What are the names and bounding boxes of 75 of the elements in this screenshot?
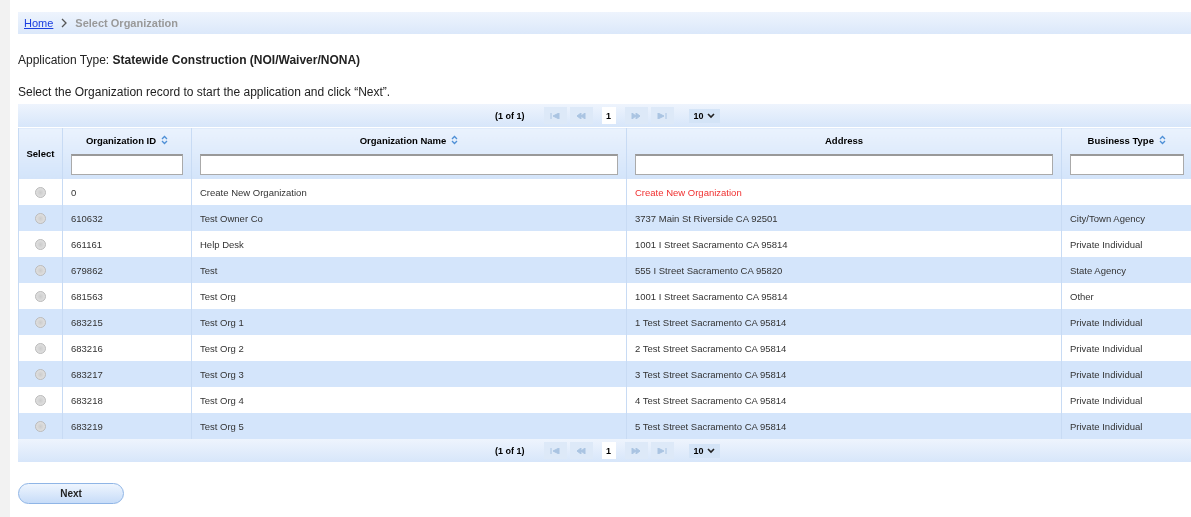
page-number[interactable]: 1 — [601, 442, 616, 459]
page-summary: (1 of 1) — [495, 445, 525, 456]
table-cell: Test Org 2 — [200, 342, 244, 354]
instruction-text: Select the Organization record to start the application and click “Next”. — [18, 85, 392, 99]
radio-button[interactable] — [35, 317, 46, 328]
table-cell: Test Owner Co — [200, 212, 263, 224]
table-cell: Private Individual — [1070, 238, 1143, 250]
table-cell: 683219 — [71, 420, 103, 432]
table-cell: 681563 — [71, 290, 103, 302]
table-cell: 1001 I Street Sacramento CA 95814 — [635, 290, 788, 302]
page-size-dropdown[interactable]: 10 — [688, 108, 720, 123]
table-cell: 0 — [71, 186, 77, 198]
filter-field[interactable] — [71, 154, 183, 175]
table-cell: 683218 — [71, 394, 103, 406]
column-header: Address — [626, 127, 1062, 179]
table-cell: 555 I Street Sacramento CA 95820 — [635, 264, 783, 276]
filter-field[interactable] — [1070, 154, 1184, 175]
radio-button[interactable] — [35, 421, 46, 432]
sort-icon[interactable] — [451, 135, 459, 145]
table-cell: Help Desk — [200, 238, 244, 250]
page-size-dropdown[interactable]: 10 — [688, 443, 720, 458]
table-cell: 679862 — [71, 264, 103, 276]
table-cell: Private Individual — [1070, 342, 1143, 354]
table-cell: Test Org 3 — [200, 368, 244, 380]
radio-button[interactable] — [35, 213, 46, 224]
table-cell: Test Org — [200, 290, 236, 302]
filter-field[interactable] — [635, 154, 1053, 175]
table-cell: 683217 — [71, 368, 103, 380]
table-cell: 3737 Main St Riverside CA 92501 — [635, 212, 778, 224]
table-cell: City/Town Agency — [1070, 212, 1145, 224]
sort-icon[interactable] — [1158, 135, 1166, 145]
table-cell: 683215 — [71, 316, 103, 328]
table-cell: 1001 I Street Sacramento CA 95814 — [635, 238, 788, 250]
chevron-icon — [61, 18, 68, 28]
breadcrumb-current: Select Organization — [75, 17, 179, 29]
table-cell: 2 Test Street Sacramento CA 95814 — [635, 342, 787, 354]
table-cell: State Agency — [1070, 264, 1126, 276]
table-cell: 683216 — [71, 342, 103, 354]
table-cell: 3 Test Street Sacramento CA 95814 — [635, 368, 787, 380]
radio-button[interactable] — [35, 395, 46, 406]
radio-button[interactable] — [35, 187, 46, 198]
radio-button[interactable] — [35, 265, 46, 276]
radio-button[interactable] — [35, 291, 46, 302]
sort-icon[interactable] — [161, 135, 169, 145]
table-cell: Test Org 5 — [200, 420, 244, 432]
table-cell: Private Individual — [1070, 316, 1143, 328]
table-cell: Test Org 1 — [200, 316, 244, 328]
table-cell: 610632 — [71, 212, 103, 224]
table-cell: 5 Test Street Sacramento CA 95814 — [635, 420, 787, 432]
table-cell: Private Individual — [1070, 394, 1143, 406]
column-header[interactable]: Business Type — [1061, 127, 1191, 179]
table-cell: 1 Test Street Sacramento CA 95814 — [635, 316, 787, 328]
table-cell: Other — [1070, 290, 1094, 302]
column-header: Select — [18, 127, 63, 179]
table-cell: Create New Organization — [200, 186, 307, 198]
next-button[interactable]: Next — [18, 483, 124, 504]
radio-button[interactable] — [35, 343, 46, 354]
caret-icon — [706, 112, 715, 119]
table-cell: Test — [200, 264, 218, 276]
table-cell: Private Individual — [1070, 368, 1143, 380]
caret-icon — [706, 447, 715, 454]
application-type-text: Application Type: Statewide Construction (NOI/Waiver/NONA) — [18, 53, 362, 67]
table-cell: Private Individual — [1070, 420, 1143, 432]
column-header[interactable]: Organization Name — [191, 127, 627, 179]
create-link[interactable]: Create New Organization — [635, 186, 742, 198]
table-cell: Test Org 4 — [200, 394, 244, 406]
table-cell: 661161 — [71, 238, 102, 250]
page-summary: (1 of 1) — [495, 110, 525, 121]
filter-field[interactable] — [200, 154, 618, 175]
page-number[interactable]: 1 — [601, 107, 616, 124]
breadcrumb-link[interactable]: Home — [24, 17, 54, 29]
column-header[interactable]: Organization ID — [62, 127, 192, 179]
radio-button[interactable] — [35, 369, 46, 380]
radio-button[interactable] — [35, 239, 46, 250]
table-cell: 4 Test Street Sacramento CA 95814 — [635, 394, 787, 406]
